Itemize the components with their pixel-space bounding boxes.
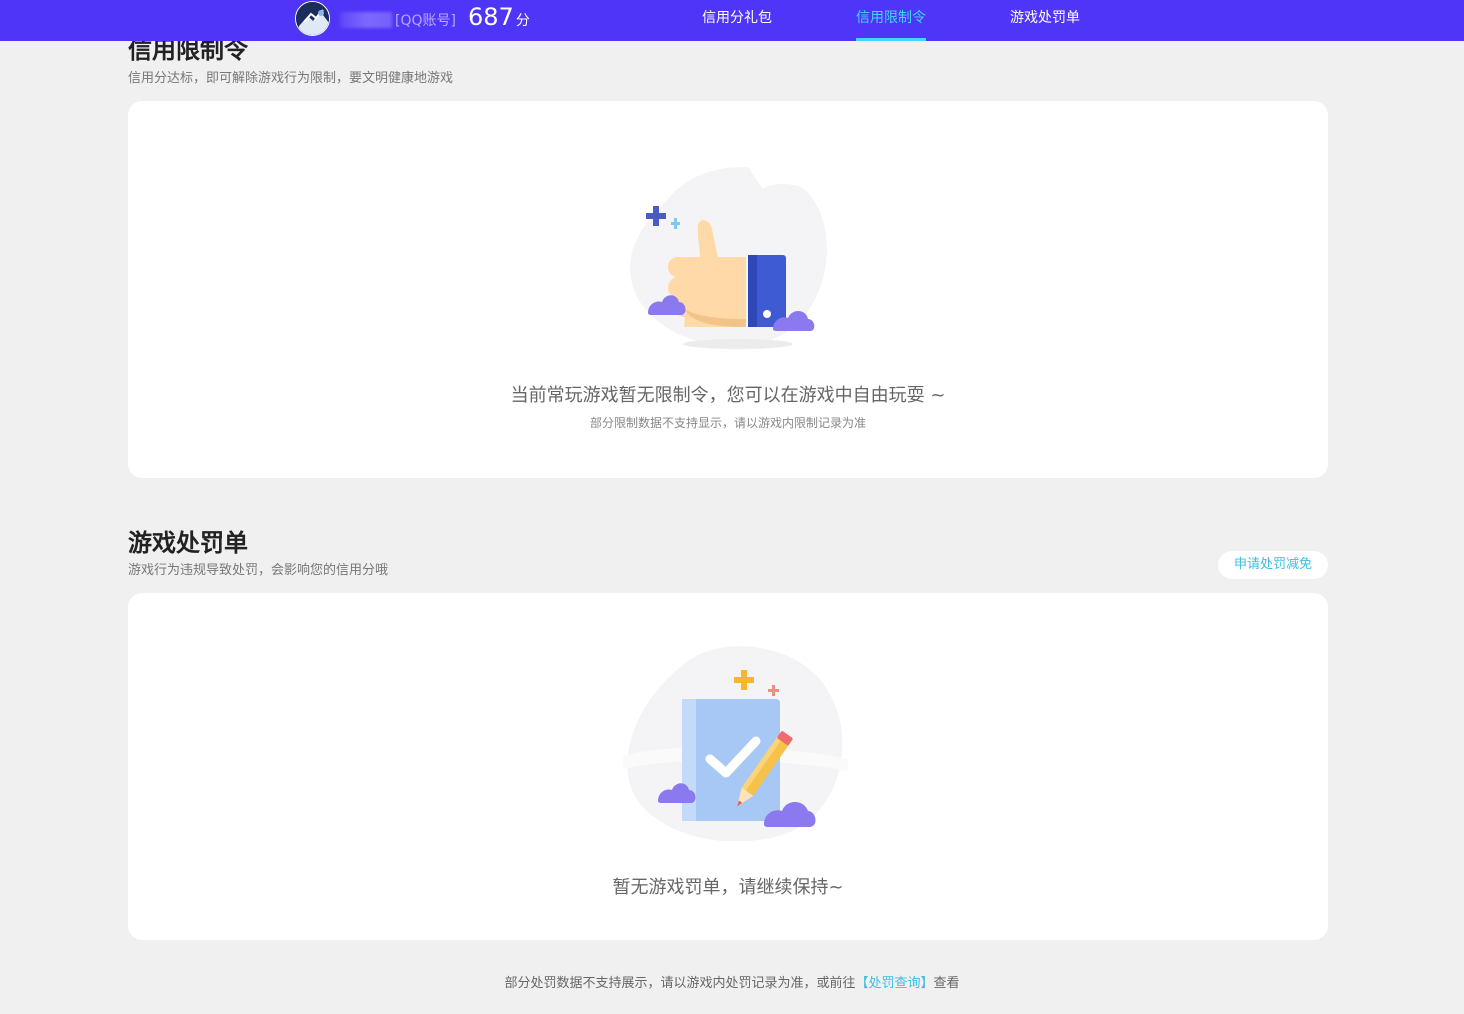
restriction-card: 当前常玩游戏暂无限制令，您可以在游戏中自由玩耍 ~ 部分限制数据不支持显示，请以…	[128, 101, 1328, 478]
nav-credit-gift[interactable]: 信用分礼包	[702, 0, 772, 41]
penalty-card: 暂无游戏罚单，请继续保持~	[128, 593, 1328, 940]
nav-game-penalty[interactable]: 游戏处罚单	[1010, 0, 1080, 41]
restriction-note: 部分限制数据不支持显示，请以游戏内限制记录为准	[589, 416, 866, 430]
nav-credit-restriction[interactable]: 信用限制令	[856, 0, 926, 41]
account-type-label: [QQ账号]	[395, 13, 456, 29]
footer-text-after: 查看	[933, 976, 960, 991]
penalty-empty-text: 暂无游戏罚单，请继续保持~	[612, 877, 844, 898]
credit-score-value: 687	[468, 3, 514, 31]
penalty-query-link[interactable]: 【处罚查询】	[855, 976, 933, 991]
top-nav-bar: [QQ账号] 687 分 信用分礼包 信用限制令 游戏处罚单	[0, 0, 1464, 41]
thumbs-up-icon	[629, 164, 827, 349]
restriction-empty-text: 当前常玩游戏暂无限制令，您可以在游戏中自由玩耍 ~	[510, 385, 946, 406]
avatar[interactable]	[295, 1, 330, 36]
nav-active-indicator	[856, 38, 926, 41]
username-blurred	[340, 12, 392, 28]
credit-score-unit: 分	[515, 13, 530, 29]
credit-score: 687 分	[468, 2, 530, 32]
footer-text: 部分处罚数据不支持展示，请以游戏内处罚记录为准，或前往	[504, 976, 856, 991]
apply-penalty-reduction-button[interactable]: 申请处罚减免	[1218, 551, 1328, 579]
penalty-section-subtitle: 游戏行为违规导致处罚，会影响您的信用分哦	[128, 563, 389, 578]
footer-note: 部分处罚数据不支持展示，请以游戏内处罚记录为准，或前往【处罚查询】查看	[0, 972, 1464, 991]
penalty-section-title: 游戏处罚单	[128, 529, 248, 557]
restriction-section-subtitle: 信用分达标，即可解除游戏行为限制，要文明健康地游戏	[128, 71, 454, 86]
clipboard-check-icon	[623, 646, 848, 841]
